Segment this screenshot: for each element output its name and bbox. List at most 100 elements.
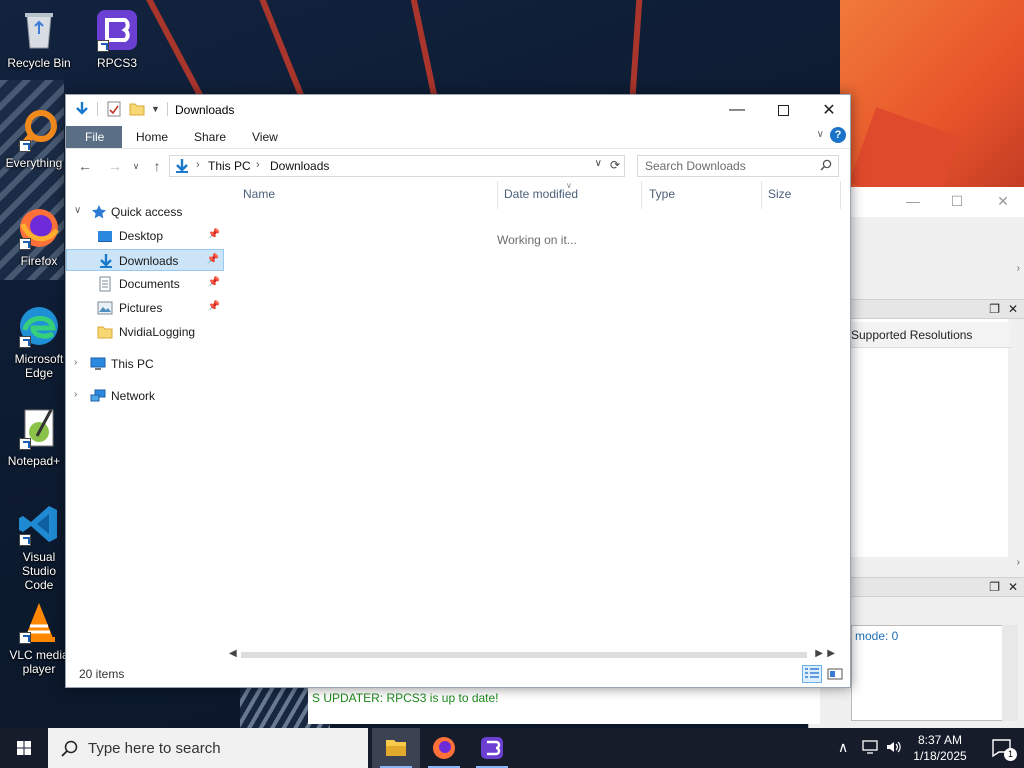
maximize-button[interactable] xyxy=(760,95,806,125)
scroll-right-end-icon[interactable]: ▶ xyxy=(827,648,835,659)
arrow-left-icon: ← xyxy=(78,158,92,174)
pin-icon[interactable]: 📌 xyxy=(208,301,220,312)
log-output[interactable]: mode: 0 xyxy=(851,625,1017,721)
scroll-right-icon[interactable]: ▶ xyxy=(815,648,823,659)
help-icon[interactable]: ? xyxy=(830,127,846,143)
column-divider[interactable] xyxy=(497,181,498,209)
refresh-icon[interactable]: ⟳ xyxy=(610,158,620,172)
pin-icon[interactable]: 📌 xyxy=(208,229,220,240)
column-header-date-modified[interactable]: Date modified xyxy=(504,187,578,201)
download-arrow-icon xyxy=(74,101,90,117)
shortcut-arrow-icon xyxy=(19,238,31,250)
show-hidden-icons-button[interactable]: ∧ xyxy=(838,739,848,756)
tab-share[interactable]: Share xyxy=(180,126,240,148)
search-input[interactable] xyxy=(638,156,808,176)
network-tray-icon[interactable] xyxy=(862,739,880,758)
file-list: ∨ Name Date modified Type Size Working o… xyxy=(226,181,850,651)
taskbar-clock[interactable]: 8:37 AM 1/18/2025 xyxy=(900,732,980,764)
minimize-button[interactable]: — xyxy=(714,95,760,125)
desktop-icon-label: Everything xyxy=(5,156,63,170)
clock-time: 8:37 AM xyxy=(917,733,963,747)
updater-log-line: S UPDATER: RPCS3 is up to date! xyxy=(312,691,499,705)
large-icons-view-icon xyxy=(827,668,843,680)
search-box[interactable] xyxy=(637,155,839,177)
up-button[interactable]: ↑ xyxy=(148,157,166,175)
minimize-icon: — xyxy=(729,101,745,118)
close-button[interactable]: ✕ xyxy=(806,95,852,125)
maximize-icon[interactable]: ☐ xyxy=(947,193,967,209)
close-icon: ✕ xyxy=(822,102,836,119)
chevron-right-icon[interactable]: › xyxy=(1017,557,1020,568)
float-panel-icon[interactable]: ❐ xyxy=(989,302,1000,316)
recent-locations-button[interactable]: ∨ xyxy=(127,157,145,175)
column-divider[interactable] xyxy=(761,181,762,209)
large-icons-view-button[interactable] xyxy=(825,665,845,683)
taskbar-file-explorer[interactable] xyxy=(372,728,420,768)
minimize-icon[interactable]: — xyxy=(903,193,923,209)
desktop-icon-recycle-bin[interactable]: Recycle Bin xyxy=(3,8,75,70)
customize-qat-icon[interactable]: ▼ xyxy=(151,104,167,120)
chevron-down-icon[interactable]: ∨ xyxy=(74,205,81,216)
breadcrumb-downloads[interactable]: Downloads xyxy=(270,159,329,173)
sidebar-item-nvidialogging[interactable]: NvidiaLogging xyxy=(66,321,224,343)
close-icon[interactable]: ✕ xyxy=(993,193,1013,209)
scrollbar-thumb[interactable] xyxy=(241,652,807,658)
details-view-button[interactable] xyxy=(802,665,822,683)
sidebar-item-pictures[interactable]: Pictures 📌 xyxy=(66,297,224,319)
tab-home[interactable]: Home xyxy=(122,126,182,148)
tree-label: NvidiaLogging xyxy=(119,325,196,339)
new-folder-icon[interactable] xyxy=(129,101,145,117)
folder-icon xyxy=(97,324,113,340)
close-icon[interactable]: ✕ xyxy=(1008,302,1018,316)
scroll-left-icon[interactable]: ◀ xyxy=(229,648,237,659)
taskbar-firefox[interactable] xyxy=(420,728,468,768)
chevron-right-icon[interactable]: › xyxy=(74,389,77,400)
sidebar-item-downloads[interactable]: Downloads 📌 xyxy=(66,249,224,271)
tab-view[interactable]: View xyxy=(238,126,292,148)
start-button[interactable] xyxy=(0,728,48,768)
column-header-type[interactable]: Type xyxy=(649,187,675,201)
column-divider[interactable] xyxy=(840,181,841,209)
notification-count-badge: 1 xyxy=(1004,748,1017,761)
properties-icon[interactable] xyxy=(106,101,122,117)
file-explorer-icon xyxy=(386,740,406,756)
float-panel-icon[interactable]: ❐ xyxy=(989,580,1000,594)
sidebar-item-documents[interactable]: Documents 📌 xyxy=(66,273,224,295)
taskbar: Type here to search ∧ 8:37 AM 1/18/2025 … xyxy=(0,728,1024,768)
tree-quick-access[interactable]: ∨ Quick access xyxy=(66,201,224,223)
horizontal-scrollbar[interactable]: ◀ ▶ ▶ xyxy=(229,648,835,662)
windows-logo-icon xyxy=(17,741,31,755)
tree-label: This PC xyxy=(111,357,154,371)
desktop-icon-rpcs3[interactable]: RPCS3 xyxy=(81,8,153,70)
rpcs3-icon xyxy=(481,737,503,759)
chevron-right-icon[interactable]: › xyxy=(74,357,77,368)
chevron-right-icon[interactable]: › xyxy=(1017,263,1020,274)
back-button[interactable]: ← xyxy=(76,157,94,175)
star-icon xyxy=(91,204,107,220)
chevron-down-icon[interactable]: ∨ xyxy=(595,158,602,169)
forward-button[interactable]: → xyxy=(106,157,124,175)
pin-icon[interactable]: 📌 xyxy=(208,277,220,288)
tab-file[interactable]: File xyxy=(66,126,122,148)
column-header-supported-resolutions[interactable]: Supported Resolutions xyxy=(851,322,1011,348)
shortcut-arrow-icon xyxy=(19,336,31,348)
column-divider[interactable] xyxy=(641,181,642,209)
column-header-name[interactable]: Name xyxy=(243,187,275,201)
breadcrumb-this-pc[interactable]: This PC xyxy=(208,159,251,173)
taskbar-rpcs3[interactable] xyxy=(468,728,516,768)
pin-icon[interactable]: 📌 xyxy=(207,254,219,265)
action-center-button[interactable]: 1 xyxy=(980,728,1024,768)
taskbar-search[interactable]: Type here to search xyxy=(48,728,368,768)
arrow-up-icon: ↑ xyxy=(153,158,161,174)
sidebar-item-desktop[interactable]: Desktop 📌 xyxy=(66,225,224,247)
download-arrow-icon xyxy=(98,253,114,269)
desktop-icon-label: Microsoft Edge xyxy=(14,352,64,380)
breadcrumb-separator-icon[interactable]: › xyxy=(256,159,260,171)
address-bar[interactable]: › This PC › Downloads ∨ ⟳ xyxy=(169,155,625,177)
column-header-size[interactable]: Size xyxy=(768,187,791,201)
close-icon[interactable]: ✕ xyxy=(1008,580,1018,594)
tree-network[interactable]: › Network xyxy=(66,385,224,407)
expand-ribbon-icon[interactable]: ∨ xyxy=(817,129,824,140)
log-scrollbar[interactable] xyxy=(1002,625,1018,721)
tree-this-pc[interactable]: › This PC xyxy=(66,353,224,375)
